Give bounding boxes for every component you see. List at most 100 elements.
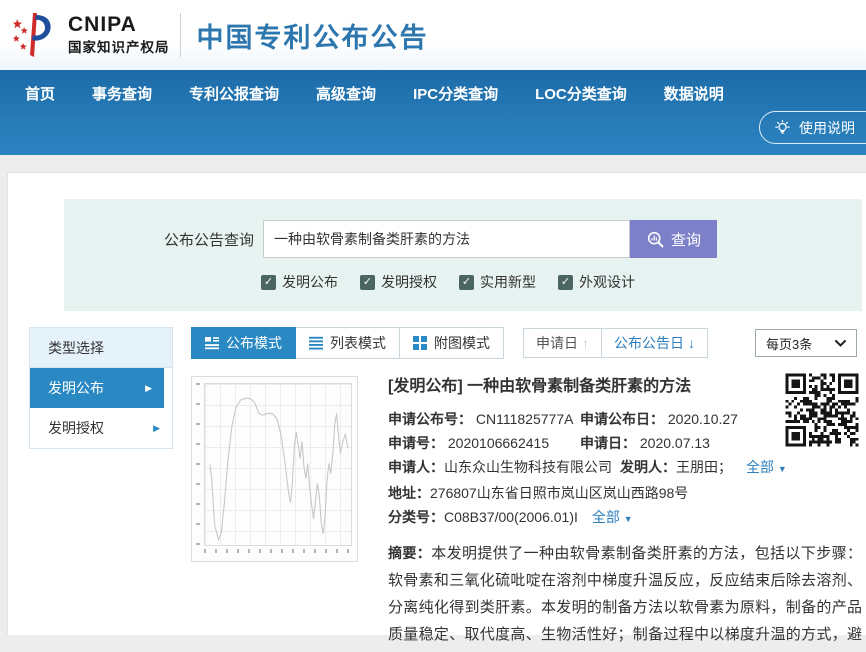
nav-item-gazette-query[interactable]: 专利公报查询: [189, 83, 279, 104]
more-label: 全部: [746, 459, 774, 475]
inventor-name: 王朋田；: [676, 455, 732, 481]
classification-number: C08B37/00(2006.01)I: [444, 505, 578, 531]
sidebar-title: 类型选择: [30, 328, 172, 368]
tab-label: 列表模式: [330, 333, 386, 353]
search-chart-icon: [646, 230, 665, 249]
publication-number: CN111825777A: [476, 411, 574, 427]
field-row: 地址： 276807山东省日照市岚山区岚山西路98号: [388, 481, 862, 505]
field-label: 申请号：: [388, 435, 444, 451]
search-input[interactable]: [263, 220, 630, 258]
qr-code: [784, 372, 860, 448]
nav-item-ipc-query[interactable]: IPC分类查询: [413, 83, 498, 104]
chevron-down-icon: [835, 340, 846, 347]
nav-item-home[interactable]: 首页: [25, 83, 55, 104]
lightbulb-icon: [774, 119, 791, 136]
caret-right-icon: ▶: [153, 408, 160, 448]
sort-label: 申请日: [536, 333, 578, 353]
checkbox-invention-publication[interactable]: ✓ 发明公布: [261, 272, 338, 292]
spectrum-curve: [210, 398, 348, 540]
thumbnail-y-axis-ticks: [196, 383, 201, 546]
search-label: 公布公告查询: [164, 229, 254, 250]
figure-thumbnail[interactable]: [191, 376, 358, 562]
sidebar-item-label: 发明公布: [48, 380, 104, 396]
applicant-name: 山东众山生物科技有限公司: [444, 455, 612, 481]
checkbox-design[interactable]: ✓ 外观设计: [558, 272, 635, 292]
sort-by-publication-date[interactable]: 公布公告日 ↓: [601, 329, 707, 357]
checkbox-checked-icon: ✓: [459, 275, 474, 290]
applicant-address: 276807山东省日照市岚山区岚山西路98号: [430, 481, 688, 505]
more-label: 全部: [592, 509, 620, 525]
classification-more-link[interactable]: 全部 ▼: [592, 505, 633, 531]
detail-view-icon: [205, 336, 219, 350]
results-toolbar: 公布模式 列表模式 附图模式 申请日 ↑: [191, 327, 862, 359]
field-label: 申请公布号：: [388, 411, 472, 427]
grid-view-icon: [413, 336, 427, 350]
nav-item-transaction-query[interactable]: 事务查询: [92, 83, 152, 104]
field-row: 分类号： C08B37/00(2006.01)I 全部 ▼: [388, 505, 862, 531]
caret-right-icon: ▶: [145, 368, 152, 408]
tab-figure-mode[interactable]: 附图模式: [399, 327, 504, 359]
field-label: 分类号：: [388, 505, 444, 531]
nav-item-data-notes[interactable]: 数据说明: [664, 83, 724, 104]
checkbox-label: 发明授权: [381, 272, 437, 292]
checkbox-checked-icon: ✓: [558, 275, 573, 290]
results-area: 公布模式 列表模式 附图模式 申请日 ↑: [191, 327, 862, 652]
usage-help-button[interactable]: 使用说明: [759, 111, 866, 144]
checkbox-checked-icon: ✓: [261, 275, 276, 290]
tab-list-mode[interactable]: 列表模式: [295, 327, 400, 359]
nav-item-loc-query[interactable]: LOC分类查询: [535, 83, 627, 104]
site-header: CNIPA 国家知识产权局 中国专利公布公告: [0, 0, 866, 70]
tab-publication-mode[interactable]: 公布模式: [191, 327, 296, 359]
thumbnail-x-axis-ticks: [204, 549, 352, 555]
publication-date: 2020.10.27: [668, 411, 738, 427]
page-size-value: 每页3条: [766, 334, 812, 353]
application-date: 2020.07.13: [640, 435, 710, 451]
checkbox-label: 外观设计: [579, 272, 635, 292]
arrow-up-icon: ↑: [582, 335, 589, 351]
sort-group: 申请日 ↑ 公布公告日 ↓: [523, 328, 708, 358]
checkbox-checked-icon: ✓: [360, 275, 375, 290]
abstract-label: 摘要：: [388, 545, 431, 561]
page-title: 中国专利公布公告: [197, 16, 429, 55]
sidebar-item-invention-publication[interactable]: 发明公布 ▶: [30, 368, 164, 408]
caret-down-icon: ▼: [778, 464, 787, 474]
list-view-icon: [309, 336, 323, 350]
page-container: 公布公告查询 查询 ✓ 发明公布 ✓ 发明授权 ✓ 实: [7, 172, 866, 635]
abstract-text: 本发明提供了一种由软骨素制备类肝素的方法，包括以下步骤：软骨素和三氧化硫吡啶在溶…: [388, 545, 862, 652]
logo-text-cn: 国家知识产权局: [68, 36, 170, 56]
header-divider: [180, 13, 181, 57]
tab-label: 附图模式: [434, 333, 490, 353]
arrow-down-icon: ↓: [688, 335, 695, 351]
caret-down-icon: ▼: [624, 514, 633, 524]
sidebar-item-label: 发明授权: [48, 420, 104, 436]
search-panel: 公布公告查询 查询 ✓ 发明公布 ✓ 发明授权 ✓ 实: [64, 199, 862, 311]
sort-by-application-date[interactable]: 申请日 ↑: [524, 329, 601, 357]
result-item: [发明公布] 一种由软骨素制备类肝素的方法 申请公布号： CN111825777…: [191, 372, 862, 652]
field-label: 申请日：: [580, 435, 636, 451]
field-label: 地址：: [388, 481, 430, 505]
sort-label: 公布公告日: [614, 333, 684, 353]
page-size-select[interactable]: 每页3条: [755, 329, 857, 357]
checkbox-invention-grant[interactable]: ✓ 发明授权: [360, 272, 437, 292]
checkbox-label: 发明公布: [282, 272, 338, 292]
usage-help-label: 使用说明: [799, 118, 855, 138]
sidebar-item-invention-grant[interactable]: 发明授权 ▶: [30, 408, 172, 448]
main-nav: 首页 事务查询 专利公报查询 高级查询 IPC分类查询 LOC分类查询 数据说明…: [0, 70, 866, 155]
checkbox-utility-model[interactable]: ✓ 实用新型: [459, 272, 536, 292]
cnipa-logo-icon: [10, 9, 62, 61]
nav-item-advanced-query[interactable]: 高级查询: [316, 83, 376, 104]
field-label: 申请公布日：: [580, 411, 664, 427]
field-row: 申请人： 山东众山生物科技有限公司 发明人： 王朋田； 全部 ▼: [388, 455, 862, 481]
cnipa-logo[interactable]: CNIPA 国家知识产权局: [10, 9, 170, 61]
tab-label: 公布模式: [226, 333, 282, 353]
logo-text-en: CNIPA: [68, 14, 170, 36]
query-button-label: 查询: [671, 229, 701, 250]
checkbox-label: 实用新型: [480, 272, 536, 292]
application-number: 2020106662415: [448, 435, 549, 451]
result-title-text: 一种由软骨素制备类肝素的方法: [467, 378, 691, 395]
field-label: 发明人：: [620, 455, 676, 481]
query-button[interactable]: 查询: [630, 220, 717, 258]
inventor-more-link[interactable]: 全部 ▼: [746, 455, 787, 481]
spectrum-plot: [204, 383, 352, 546]
type-filter-sidebar: 类型选择 发明公布 ▶ 发明授权 ▶: [29, 327, 173, 449]
